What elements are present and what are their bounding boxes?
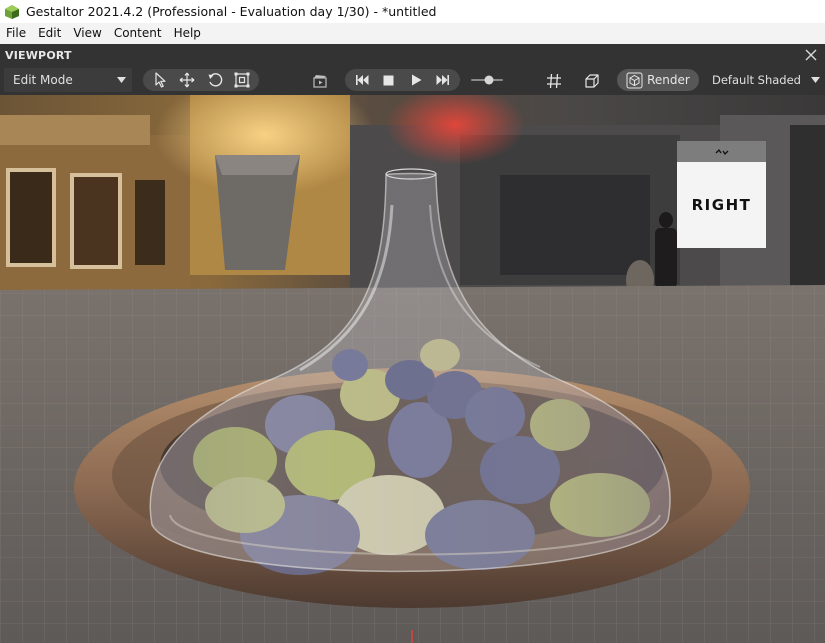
app-logo-icon <box>5 4 19 19</box>
play-icon <box>411 74 422 86</box>
menu-file[interactable]: File <box>0 23 32 44</box>
rewind-button[interactable] <box>348 69 375 91</box>
camera-button[interactable] <box>309 70 331 92</box>
title-bar: Gestaltor 2021.4.2 (Professional - Evalu… <box>0 0 825 23</box>
close-panel-button[interactable] <box>800 44 822 66</box>
select-tool-button[interactable] <box>146 69 174 91</box>
playback-controls <box>345 69 460 91</box>
menu-view[interactable]: View <box>67 23 107 44</box>
app-window: Gestaltor 2021.4.2 (Professional - Evalu… <box>0 0 825 643</box>
fast-forward-icon <box>436 75 450 85</box>
menu-bar: File Edit View Content Help <box>0 23 825 44</box>
transform-tools <box>143 69 259 91</box>
view-cube-label: RIGHT <box>691 196 752 214</box>
viewport-panel-header: VIEWPORT <box>0 44 825 66</box>
close-icon <box>805 49 817 61</box>
shading-mode-select[interactable]: Default Shaded <box>712 69 820 91</box>
view-cube-top-face[interactable] <box>677 141 766 162</box>
cursor-arrow-icon <box>155 72 166 88</box>
stop-button[interactable] <box>375 69 402 91</box>
stop-icon <box>383 75 394 85</box>
mode-select-value: Edit Mode <box>13 73 73 87</box>
render-cube-icon <box>626 72 643 88</box>
render-button-label: Render <box>647 73 690 87</box>
chevron-down-icon <box>811 77 820 83</box>
viewport-toolbar: Edit Mode Render Default Shaded <box>0 66 825 95</box>
chevron-down-icon <box>117 77 126 83</box>
menu-edit[interactable]: Edit <box>32 23 67 44</box>
scale-icon <box>234 72 250 88</box>
play-button[interactable] <box>403 69 430 91</box>
move-arrows-icon <box>179 72 195 88</box>
playback-speed-slider[interactable] <box>470 74 504 86</box>
top-face-mark-icon <box>715 148 728 155</box>
grid-hash-icon <box>547 73 561 89</box>
menu-content[interactable]: Content <box>108 23 168 44</box>
rotate-tool-button[interactable] <box>201 69 229 91</box>
render-button[interactable]: Render <box>617 69 699 91</box>
panel-title: VIEWPORT <box>5 48 72 62</box>
mode-select[interactable]: Edit Mode <box>4 68 132 92</box>
camera-film-icon <box>313 75 327 88</box>
rewind-icon <box>355 75 369 85</box>
move-tool-button[interactable] <box>174 69 202 91</box>
window-title: Gestaltor 2021.4.2 (Professional - Evalu… <box>26 4 437 19</box>
scale-tool-button[interactable] <box>229 69 257 91</box>
view-cube[interactable]: RIGHT <box>677 141 766 248</box>
shading-mode-value: Default Shaded <box>712 73 801 87</box>
cube-outline-icon <box>585 74 599 88</box>
bounding-box-button[interactable] <box>581 70 603 92</box>
rotate-icon <box>208 73 222 87</box>
menu-help[interactable]: Help <box>168 23 207 44</box>
fast-forward-button[interactable] <box>430 69 457 91</box>
grid-toggle-button[interactable] <box>543 70 565 92</box>
view-cube-right-face[interactable]: RIGHT <box>677 162 766 248</box>
